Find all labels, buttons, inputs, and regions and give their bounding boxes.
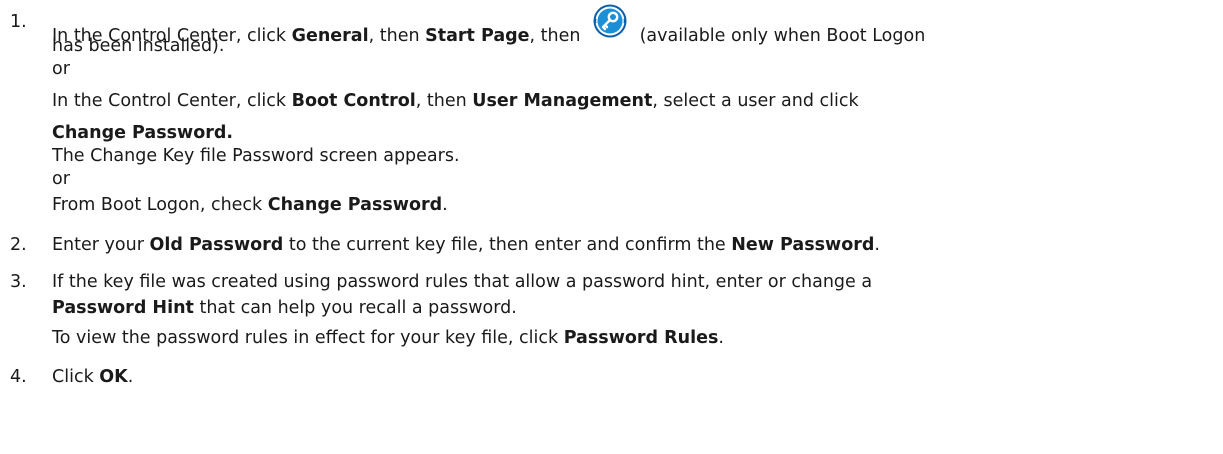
step-4-line-1: Click OK. [52,367,134,387]
step-3-line-1: If the key file was created using passwo… [52,272,873,292]
menu-user-management: User Management [472,91,653,111]
step-number: 1. [10,12,27,32]
step-1-line-8: From Boot Logon, check Change Password. [52,195,448,215]
change-password-label: Change Password. [52,123,234,143]
step-number: 3. [10,272,27,292]
step-1-line-2: has been installed). [52,36,225,56]
password-rules-label: Password Rules [563,328,719,348]
step-1-line-5: Change Password. [52,122,233,145]
instructions-document: 1. In the Control Center, click General,… [0,0,1223,454]
password-hint-label: Password Hint [52,298,194,318]
menu-general: General [291,26,369,46]
menu-boot-control: Boot Control [291,91,416,111]
menu-start-page: Start Page [425,26,530,46]
step-2-line-1: Enter your Old Password to the current k… [52,235,880,255]
step-1-line-6: The Change Key file Password screen appe… [52,146,460,166]
step-3-line-2: Password Hint that can help you recall a… [52,298,517,318]
old-password-label: Old Password [149,235,284,255]
step-number: 4. [10,367,27,387]
step-number: 2. [10,235,27,255]
new-password-label: New Password [731,235,875,255]
step-3-line-3: To view the password rules in effect for… [52,328,724,348]
ok-label: OK [99,367,128,387]
key-icon [592,3,628,39]
step-1-or-2: or [52,169,70,189]
change-password-checkbox-label: Change Password [267,195,443,215]
step-1-line-4: In the Control Center, click Boot Contro… [52,91,859,111]
step-1-or-1: or [52,59,70,79]
